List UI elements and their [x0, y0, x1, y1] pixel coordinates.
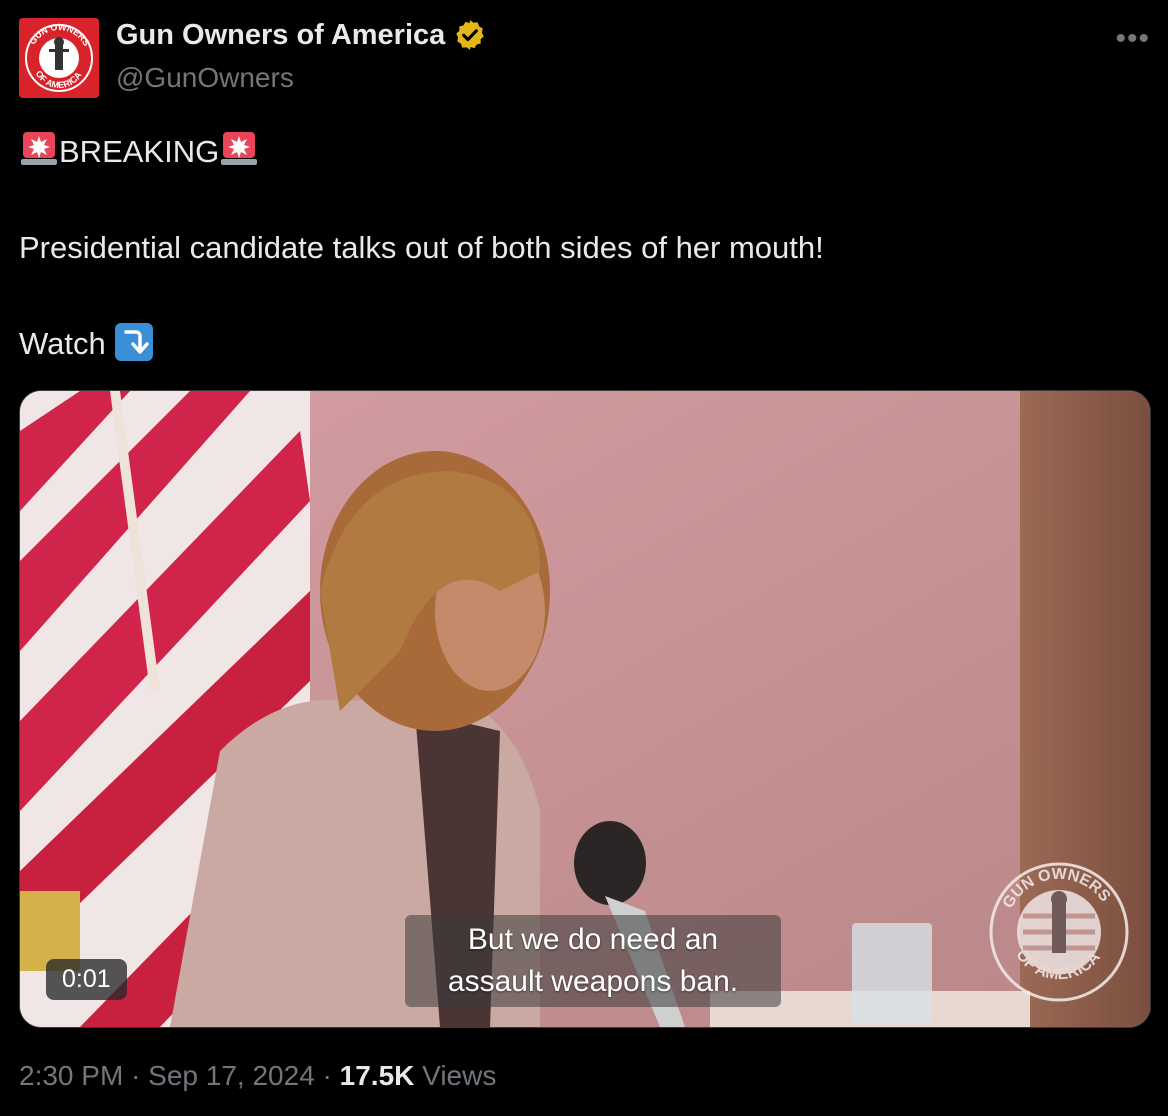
arrow-down-right-icon	[114, 323, 153, 361]
author-display-name[interactable]: Gun Owners of America	[116, 19, 445, 52]
watch-line: Watch	[19, 320, 1149, 368]
police-light-icon	[21, 132, 57, 165]
tweet-time[interactable]: 2:30 PM	[19, 1060, 123, 1091]
gun-owners-logo-icon: GUN OWNERS OF AMERICA	[19, 18, 99, 98]
tweet-text: BREAKING Presidential candidate talks ou…	[19, 128, 1149, 368]
tweet-date[interactable]: Sep 17, 2024	[148, 1060, 315, 1091]
video-player[interactable]: GUN OWNERS OF AMERICA But we do need an …	[19, 390, 1151, 1028]
views-count: 17.5K	[339, 1060, 415, 1091]
breaking-label: BREAKING	[59, 134, 220, 169]
views-label: Views	[414, 1060, 497, 1091]
video-duration: 0:01	[46, 959, 127, 1000]
tweet-body: Presidential candidate talks out of both…	[19, 230, 824, 265]
separator: ·	[314, 1060, 340, 1091]
avatar[interactable]: GUN OWNERS OF AMERICA	[19, 18, 99, 98]
caption-line: assault weapons ban.	[447, 965, 739, 998]
more-options-icon[interactable]: •••	[1115, 22, 1150, 56]
police-light-icon	[221, 132, 258, 165]
gun-owners-watermark-icon: GUN OWNERS OF AMERICA	[989, 862, 1129, 1002]
breaking-line: BREAKING	[19, 128, 1149, 176]
separator: ·	[123, 1060, 149, 1091]
video-caption: But we do need an assault weapons ban.	[405, 915, 781, 1007]
watch-label: Watch	[19, 326, 106, 361]
verified-badge-icon	[456, 20, 485, 50]
author-name-row: Gun Owners of America	[116, 18, 487, 52]
tweet-meta: 2:30 PM · Sep 17, 2024 · 17.5K Views	[19, 1060, 496, 1092]
author-handle[interactable]: @GunOwners	[116, 62, 294, 94]
caption-line: But we do need an	[467, 923, 719, 956]
